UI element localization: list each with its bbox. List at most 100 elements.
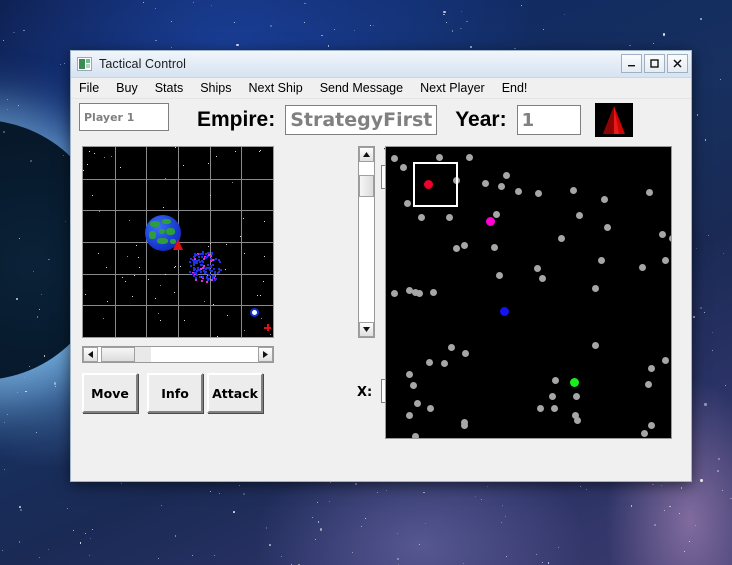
star-map-dot[interactable] (493, 211, 500, 218)
red-pyramid-icon (595, 103, 633, 137)
star-map-dot[interactable] (604, 224, 611, 231)
menu-item-ships[interactable]: Ships (200, 81, 239, 95)
star-map-selection-box[interactable] (413, 162, 458, 207)
magenta-star[interactable] (486, 217, 495, 226)
star-map-dot[interactable] (646, 189, 653, 196)
star-map-dot[interactable] (466, 154, 473, 161)
star-map-dot[interactable] (406, 371, 413, 378)
menu-item-buy[interactable]: Buy (116, 81, 146, 95)
attack-button[interactable]: Attack (207, 373, 263, 413)
star-map-dot[interactable] (404, 200, 411, 207)
star-map-dot[interactable] (558, 235, 565, 242)
move-button[interactable]: Move (82, 373, 138, 413)
title-bar[interactable]: Tactical Control (71, 51, 691, 78)
player-field[interactable]: Player 1 (79, 103, 169, 131)
star-map-dot[interactable] (426, 359, 433, 366)
star-map-dot[interactable] (570, 187, 577, 194)
horizontal-scroll-thumb[interactable] (101, 347, 135, 362)
star-map-dot[interactable] (645, 381, 652, 388)
blue-star[interactable] (500, 307, 509, 316)
star-map-dot[interactable] (535, 190, 542, 197)
green-star[interactable] (570, 378, 579, 387)
vertical-scroll-track[interactable] (359, 163, 374, 175)
star-map-dot[interactable] (552, 377, 559, 384)
star-map-dot[interactable] (539, 275, 546, 282)
star-map-dot[interactable] (448, 344, 455, 351)
scroll-down-arrow-icon[interactable] (359, 322, 374, 337)
star-map-dot[interactable] (496, 272, 503, 279)
star-map-dot[interactable] (549, 393, 556, 400)
star-map-dot[interactable] (662, 357, 669, 364)
vertical-scrollbar[interactable] (358, 146, 375, 338)
scroll-right-arrow-icon[interactable] (258, 347, 273, 362)
star-map-dot[interactable] (391, 290, 398, 297)
info-button[interactable]: Info (147, 373, 203, 413)
star-map-dot[interactable] (534, 265, 541, 272)
star-map-dot[interactable] (669, 235, 672, 242)
star-map-dot[interactable] (515, 188, 522, 195)
tactical-control-window: Tactical Control File Buy Stats Ships Ne… (70, 50, 692, 482)
horizontal-scroll-track[interactable] (135, 347, 151, 362)
star-map-dot[interactable] (592, 285, 599, 292)
empire-name-field[interactable]: StrategyFirst (285, 105, 437, 135)
star-map-dot[interactable] (406, 412, 413, 419)
star-map-dot[interactable] (503, 172, 510, 179)
star-map-dot[interactable] (662, 257, 669, 264)
scroll-left-arrow-icon[interactable] (83, 347, 98, 362)
tactical-grid-view[interactable] (82, 146, 274, 338)
vertical-scroll-thumb[interactable] (359, 175, 374, 197)
star-map-dot[interactable] (414, 400, 421, 407)
menu-item-stats[interactable]: Stats (155, 81, 192, 95)
star-map-dot[interactable] (601, 196, 608, 203)
empire-label: Empire: (197, 108, 275, 132)
star-map-dot[interactable] (498, 183, 505, 190)
horizontal-scrollbar[interactable] (82, 346, 274, 363)
star-map-dot[interactable] (573, 393, 580, 400)
scroll-up-arrow-icon[interactable] (359, 147, 374, 162)
star-map-dot[interactable] (576, 212, 583, 219)
star-map-dot[interactable] (592, 342, 599, 349)
star-map-dot[interactable] (462, 350, 469, 357)
red-cross-marker (264, 324, 271, 331)
menu-item-next-ship[interactable]: Next Ship (248, 81, 310, 95)
year-field[interactable]: 1 (517, 105, 581, 135)
star-map-dot[interactable] (648, 422, 655, 429)
menu-item-next-player[interactable]: Next Player (420, 81, 493, 95)
star-map-dot[interactable] (461, 242, 468, 249)
star-map-dot[interactable] (461, 419, 468, 426)
star-map-dot[interactable] (639, 264, 646, 271)
star-map-dot[interactable] (598, 257, 605, 264)
star-map-dot[interactable] (427, 405, 434, 412)
star-map-dot[interactable] (537, 405, 544, 412)
blue-magenta-cluster (187, 249, 223, 283)
star-map-dot[interactable] (551, 405, 558, 412)
star-map-dot[interactable] (441, 360, 448, 367)
star-map-dot[interactable] (491, 244, 498, 251)
star-map-dot[interactable] (453, 245, 460, 252)
star-map-dot[interactable] (430, 289, 437, 296)
star-map-dot[interactable] (418, 214, 425, 221)
minimize-button[interactable] (621, 54, 642, 73)
menu-item-send-message[interactable]: Send Message (320, 81, 411, 95)
menu-item-file[interactable]: File (79, 81, 107, 95)
star-map-dot[interactable] (416, 290, 423, 297)
star-map-dot[interactable] (648, 365, 655, 372)
red-ship-marker (173, 239, 183, 250)
star-map-dot[interactable] (659, 231, 666, 238)
star-map-dot[interactable] (412, 433, 419, 439)
star-map-dot[interactable] (400, 164, 407, 171)
star-map-dot[interactable] (446, 214, 453, 221)
star-map-view[interactable] (385, 146, 672, 439)
menu-item-end[interactable]: End! (502, 81, 536, 95)
window-body: Y: 3 Move Info Attack X: 4 (71, 141, 691, 441)
menu-bar: File Buy Stats Ships Next Ship Send Mess… (71, 78, 691, 99)
maximize-button[interactable] (644, 54, 665, 73)
star-map-dot[interactable] (574, 417, 581, 424)
star-map-dot[interactable] (436, 154, 443, 161)
blue-ring-marker (252, 310, 257, 315)
star-map-dot[interactable] (410, 382, 417, 389)
close-button[interactable] (667, 54, 688, 73)
star-map-dot[interactable] (641, 430, 648, 437)
star-map-dot[interactable] (391, 155, 398, 162)
star-map-dot[interactable] (482, 180, 489, 187)
